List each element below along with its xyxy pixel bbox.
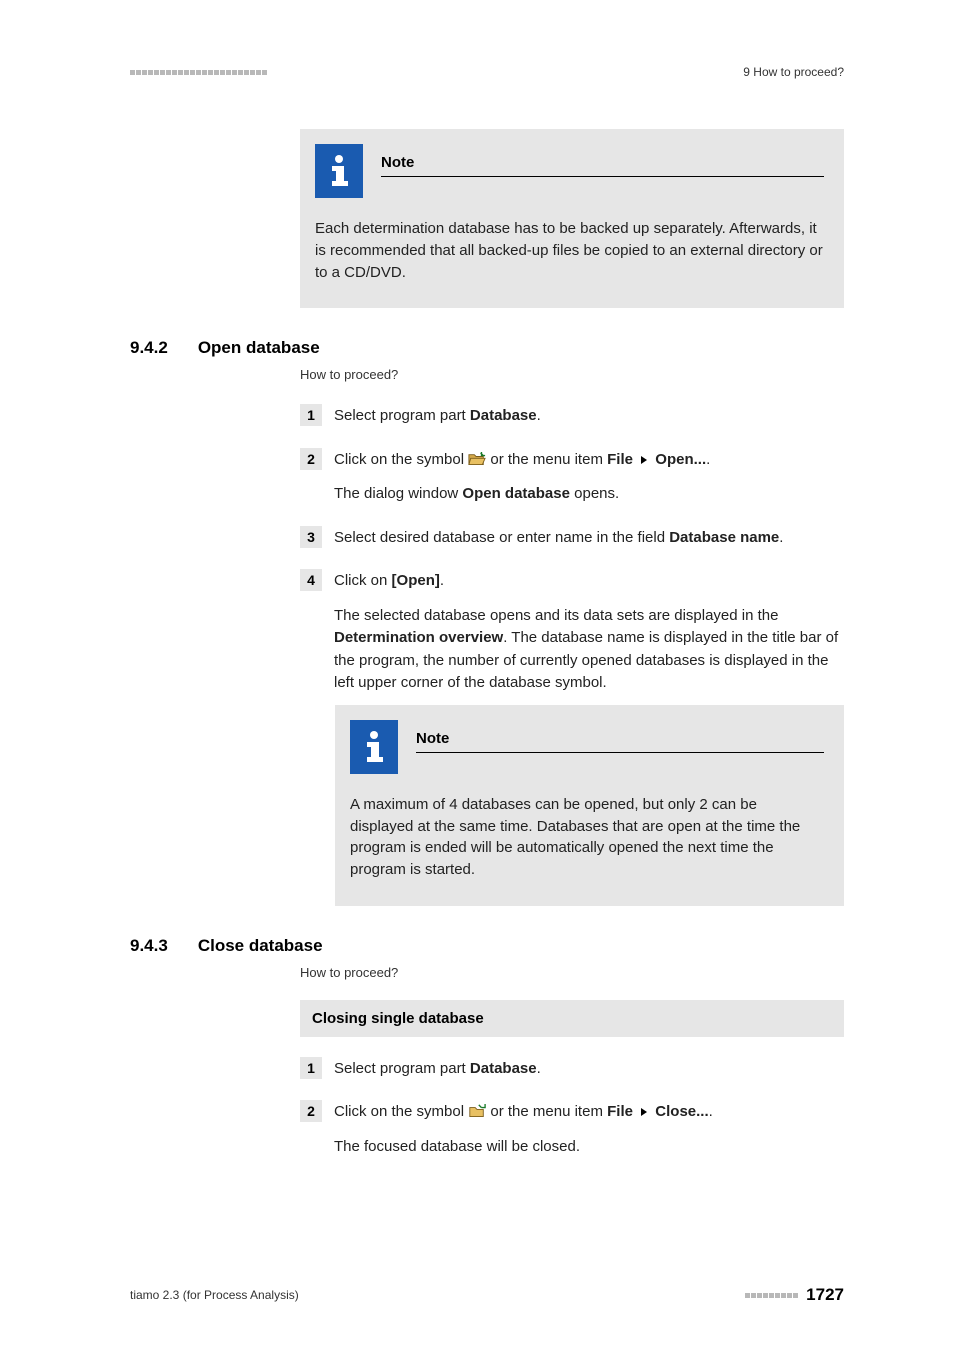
step-body: Select program part Database. bbox=[334, 404, 844, 428]
step-number: 2 bbox=[300, 448, 322, 470]
section-heading-942: 9.4.2 Open database bbox=[130, 338, 844, 358]
note-block-1: Note Each determination database has to … bbox=[300, 129, 844, 308]
section-heading-943: 9.4.3 Close database bbox=[130, 936, 844, 956]
step-body: Click on the symbol or the menu item Fil… bbox=[334, 1100, 844, 1158]
closing-single-database-title: Closing single database bbox=[300, 1000, 844, 1037]
note-body: A maximum of 4 databases can be opened, … bbox=[350, 794, 824, 881]
note-title: Note bbox=[381, 154, 824, 177]
subsection-label: How to proceed? bbox=[300, 366, 844, 384]
close-folder-icon bbox=[468, 1104, 486, 1119]
page-footer: tiamo 2.3 (for Process Analysis) 1727 bbox=[130, 1285, 844, 1305]
section-title: Open database bbox=[198, 338, 320, 358]
step-number: 1 bbox=[300, 404, 322, 426]
info-icon bbox=[350, 720, 398, 774]
step-number: 4 bbox=[300, 569, 322, 591]
note-title: Note bbox=[416, 730, 824, 753]
menu-arrow-icon bbox=[641, 1108, 647, 1116]
note-block-2: Note A maximum of 4 databases can be ope… bbox=[335, 705, 844, 906]
subsection-label: How to proceed? bbox=[300, 964, 844, 982]
step-body: Select desired database or enter name in… bbox=[334, 526, 844, 550]
header-chapter: 9 How to proceed? bbox=[743, 65, 844, 79]
section-title: Close database bbox=[198, 936, 323, 956]
step-942-4: 4 Click on [Open]. The selected database… bbox=[300, 569, 844, 695]
step-number: 2 bbox=[300, 1100, 322, 1122]
step-943-1: 1 Select program part Database. bbox=[300, 1057, 844, 1081]
step-942-3: 3 Select desired database or enter name … bbox=[300, 526, 844, 550]
step-942-1: 1 Select program part Database. bbox=[300, 404, 844, 428]
step-943-2: 2 Click on the symbol or the menu item F… bbox=[300, 1100, 844, 1158]
section-number: 9.4.3 bbox=[130, 936, 168, 956]
open-folder-icon bbox=[468, 451, 486, 466]
step-number: 1 bbox=[300, 1057, 322, 1079]
section-number: 9.4.2 bbox=[130, 338, 168, 358]
step-body: Click on the symbol or the menu item Fil… bbox=[334, 448, 844, 506]
footer-decoration bbox=[745, 1293, 798, 1298]
step-body: Click on [Open]. The selected database o… bbox=[334, 569, 844, 695]
step-number: 3 bbox=[300, 526, 322, 548]
footer-product: tiamo 2.3 (for Process Analysis) bbox=[130, 1288, 299, 1302]
info-icon bbox=[315, 144, 363, 198]
step-942-2: 2 Click on the symbol or the menu item F… bbox=[300, 448, 844, 506]
menu-arrow-icon bbox=[641, 456, 647, 464]
header-decoration bbox=[130, 70, 267, 75]
note-body: Each determination database has to be ba… bbox=[315, 218, 824, 283]
page-number: 1727 bbox=[806, 1285, 844, 1305]
step-body: Select program part Database. bbox=[334, 1057, 844, 1081]
page-header: 9 How to proceed? bbox=[130, 65, 844, 79]
